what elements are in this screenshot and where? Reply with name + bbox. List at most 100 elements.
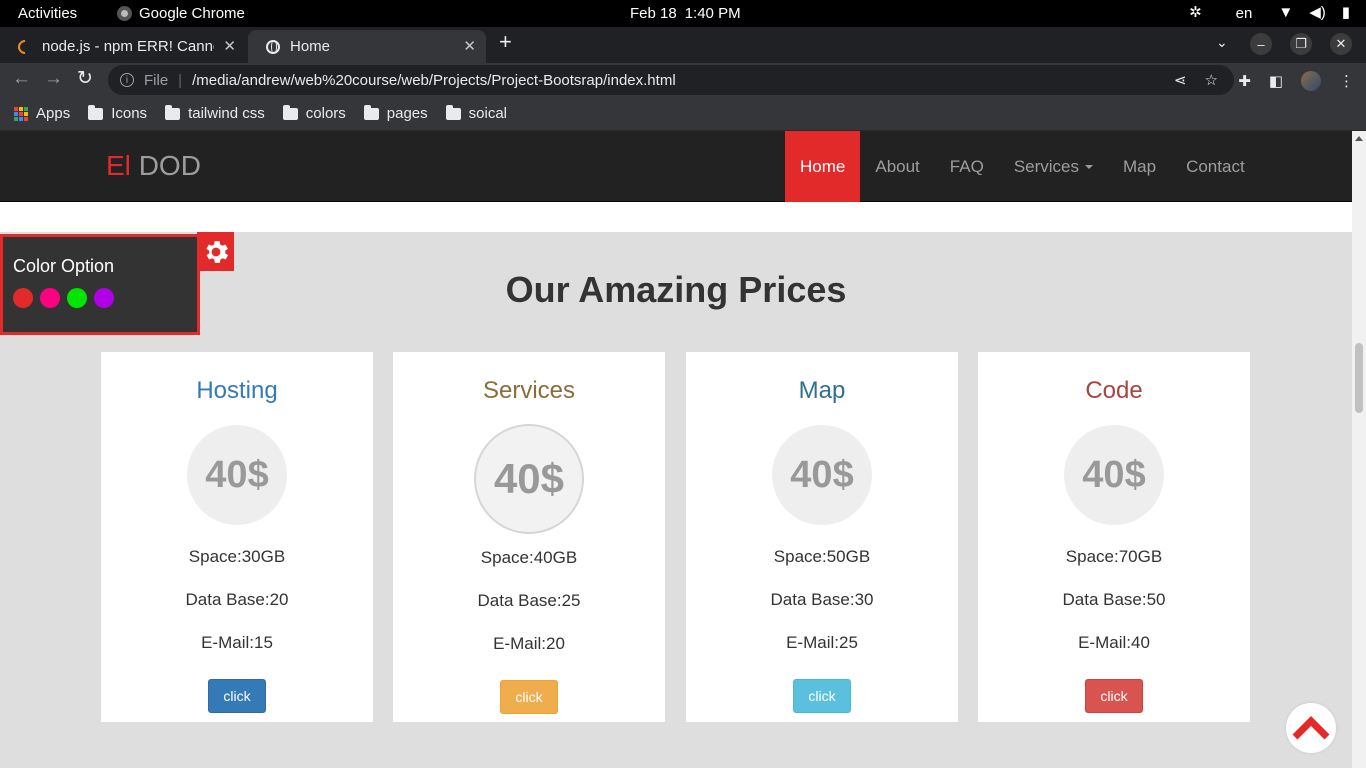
folder-icon: [363, 104, 379, 120]
tab-strip: node.js - npm ERR! Cannot ✕ Home ✕: [0, 27, 1366, 63]
color-panel-toggle[interactable]: [197, 232, 234, 271]
feature-database: Data Base:25: [477, 591, 581, 610]
site-navbar: El DOD Home About FAQ Services Map Conta…: [0, 131, 1352, 202]
info-icon[interactable]: i: [120, 73, 134, 87]
close-tab-icon[interactable]: ✕: [223, 37, 236, 55]
reload-icon[interactable]: ↻: [77, 68, 93, 90]
extensions-puzzle-icon[interactable]: ✚: [1238, 72, 1251, 90]
wifi-icon: ▼: [1278, 4, 1294, 21]
nav-services-label: Services: [1013, 156, 1079, 176]
pricing-card-hosting: Hosting 40$ Space:30GB Data Base:20 E-Ma…: [101, 352, 373, 722]
folder-icon: [445, 104, 461, 120]
scroll-up-arrow-icon[interactable]: [1355, 136, 1363, 141]
bookmark-apps[interactable]: Apps: [14, 105, 70, 122]
nav-home[interactable]: Home: [785, 131, 861, 202]
browser-toolbar: ← → ↻ i File | /media/andrew/web%20cours…: [0, 63, 1366, 97]
profile-avatar[interactable]: [1301, 71, 1321, 91]
omnibox-separator: |: [178, 71, 183, 89]
click-button[interactable]: click: [1085, 679, 1143, 713]
site-brand[interactable]: El DOD: [106, 150, 201, 182]
bookmark-star-icon[interactable]: ☆: [1205, 71, 1218, 89]
color-swatches: [13, 288, 114, 308]
url-text[interactable]: /media/andrew/web%20course/web/Projects/…: [192, 72, 676, 89]
nav-about[interactable]: About: [860, 131, 934, 202]
feature-database: Data Base:50: [1062, 590, 1166, 609]
click-button[interactable]: click: [500, 680, 558, 714]
close-window-button[interactable]: ✕: [1330, 33, 1352, 55]
minimize-button[interactable]: –: [1250, 33, 1272, 55]
swatch-purple[interactable]: [94, 288, 114, 308]
bookmark-soical[interactable]: soical: [445, 104, 508, 122]
back-arrow-icon[interactable]: ←: [12, 68, 31, 90]
nav-faq[interactable]: FAQ: [935, 131, 999, 202]
price-circle: 40$: [1064, 425, 1164, 525]
chevron-up-icon: [1292, 716, 1330, 740]
globe-icon: [266, 39, 280, 54]
bookmark-label: soical: [468, 105, 508, 122]
bookmark-label: Apps: [36, 105, 71, 122]
clock-time: 1:40 PM: [684, 5, 741, 22]
bookmark-icons[interactable]: Icons: [88, 104, 147, 122]
page-scrollbar[interactable]: [1352, 131, 1366, 768]
app-menu[interactable]: Google Chrome: [117, 5, 245, 22]
card-title: Hosting: [196, 377, 278, 404]
new-tab-button[interactable]: +: [499, 31, 512, 53]
app-name: Google Chrome: [139, 5, 245, 22]
system-tray[interactable]: ✲ en ▼ ◀) ▮: [1189, 4, 1350, 22]
feature-space: Space:40GB: [480, 548, 578, 567]
language-indicator[interactable]: en: [1236, 5, 1253, 22]
caret-down-icon: [1085, 164, 1093, 169]
bookmark-label: colors: [305, 105, 346, 122]
feature-email: E-Mail:25: [786, 633, 858, 652]
swatch-green[interactable]: [67, 288, 87, 308]
feature-database: Data Base:20: [185, 590, 289, 609]
bookmark-label: pages: [386, 105, 428, 122]
activities-button[interactable]: Activities: [18, 5, 77, 22]
feature-email: E-Mail:15: [201, 633, 273, 652]
bookmark-pages[interactable]: pages: [363, 104, 428, 122]
chrome-menu-icon[interactable]: ⋮: [1339, 72, 1354, 90]
bookmark-label: tailwind css: [188, 105, 265, 122]
tab-npm-error[interactable]: node.js - npm ERR! Cannot ✕: [0, 30, 246, 63]
feature-email: E-Mail:40: [1078, 633, 1150, 652]
omnibox-actions: ⋖ ☆: [1174, 71, 1218, 89]
pricing-card-services: Services 40$ Space:40GB Data Base:25 E-M…: [393, 352, 665, 722]
nav-services[interactable]: Services: [999, 131, 1108, 202]
scrollbar-thumb[interactable]: [1355, 343, 1363, 413]
address-bar[interactable]: i File | /media/andrew/web%20course/web/…: [108, 65, 1234, 95]
window-controls: – ❐ ✕: [1250, 33, 1352, 55]
toolbar-right-actions: ✚ ◧ ⋮: [1238, 71, 1354, 91]
share-icon[interactable]: ⋖: [1174, 71, 1187, 89]
forward-arrow-icon[interactable]: →: [44, 68, 63, 90]
bookmarks-bar: Apps Icons tailwind css colors pages soi…: [0, 97, 1366, 131]
tab-home[interactable]: Home ✕: [248, 30, 486, 63]
click-button[interactable]: click: [208, 679, 266, 713]
tab-title: Home: [290, 38, 331, 55]
card-title: Map: [798, 377, 846, 404]
maximize-button[interactable]: ❐: [1290, 33, 1312, 55]
scheme-label: File: [144, 71, 169, 89]
swatch-red[interactable]: [13, 288, 33, 308]
bookmark-colors[interactable]: colors: [282, 104, 346, 122]
apps-grid-icon: [14, 106, 28, 121]
pricing-card-map: Map 40$ Space:50GB Data Base:30 E-Mail:2…: [686, 352, 958, 722]
nav-contact[interactable]: Contact: [1171, 131, 1260, 202]
swatch-pink[interactable]: [40, 288, 60, 308]
nav-map[interactable]: Map: [1108, 131, 1171, 202]
pricing-card-code: Code 40$ Space:70GB Data Base:50 E-Mail:…: [978, 352, 1250, 722]
tab-search-chevron-icon[interactable]: ⌄: [1216, 34, 1228, 51]
chrome-icon: [117, 6, 132, 21]
side-panel-icon[interactable]: ◧: [1269, 72, 1283, 90]
os-top-bar: Activities Google Chrome Feb 18 1:40 PM ✲…: [0, 0, 1366, 27]
scroll-to-top-button[interactable]: [1286, 703, 1336, 753]
section-title: Our Amazing Prices: [505, 269, 847, 310]
bookmark-tailwind-css[interactable]: tailwind css: [165, 104, 265, 122]
feature-space: Space:50GB: [773, 547, 871, 566]
close-tab-icon[interactable]: ✕: [463, 37, 476, 55]
feature-space: Space:30GB: [188, 547, 286, 566]
section-divider: [0, 202, 1352, 232]
clock[interactable]: Feb 18 1:40 PM: [630, 5, 741, 22]
volume-icon: ◀): [1309, 4, 1326, 21]
gear-icon: [205, 240, 228, 263]
click-button[interactable]: click: [793, 679, 851, 713]
